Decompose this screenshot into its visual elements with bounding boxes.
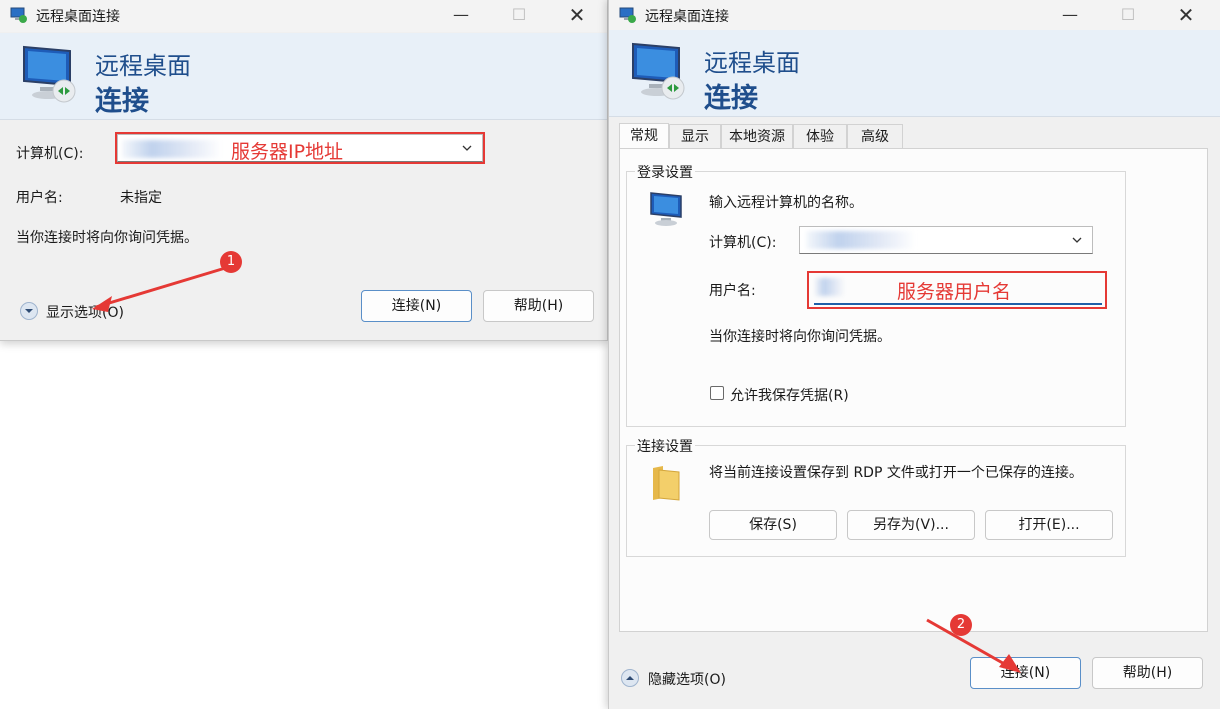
- annotation-badge-1: 1: [220, 251, 242, 273]
- help-button[interactable]: 帮助(H): [483, 290, 594, 322]
- maximize-button[interactable]: ☐: [496, 0, 542, 30]
- annotation-arrow-2: [926, 618, 1021, 673]
- annotation-arrow-1: [92, 264, 233, 312]
- minimize-icon: —: [453, 5, 469, 24]
- annotation-badge-2: 2: [950, 614, 972, 636]
- rdp-window-collapsed: 远程桌面连接 — ☐ ✕ 远程桌面 连接 计算机(C): 服务器IP地址 用户名…: [0, 0, 608, 341]
- connect-button[interactable]: 连接(N): [361, 290, 472, 322]
- minimize-button[interactable]: —: [438, 0, 484, 30]
- close-icon: ✕: [568, 3, 586, 27]
- close-button[interactable]: ✕: [554, 0, 600, 30]
- maximize-icon: ☐: [511, 5, 527, 24]
- rdp-window-expanded: 远程桌面连接 — ☐ ✕ 远程桌面 连接 常规 显示 本地资源 体验 高级 登录…: [608, 0, 1220, 709]
